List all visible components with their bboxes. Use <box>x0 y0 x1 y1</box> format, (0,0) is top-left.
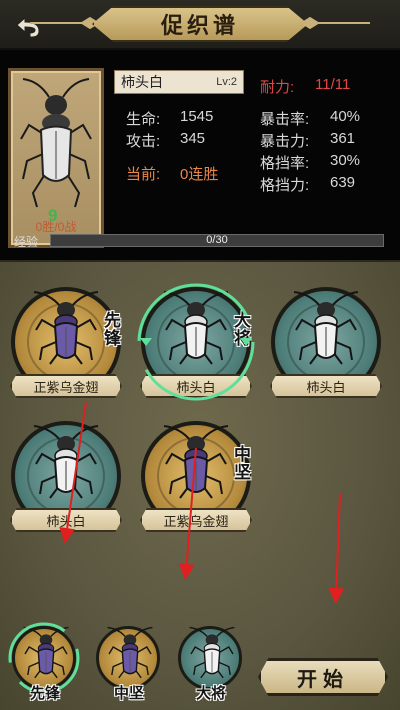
crit-rate-value: 40% <box>330 108 361 125</box>
slot-cricket <box>26 290 106 375</box>
slot-role-tag: 中坚 <box>234 445 251 483</box>
roster-slot-4[interactable]: 柿头白 <box>6 416 126 536</box>
block-rate-label: 格挡率: <box>260 155 310 172</box>
level-mark: 9 <box>48 206 58 225</box>
cricket-white-icon <box>33 425 99 499</box>
attack-label: 攻击: <box>126 133 161 150</box>
slot-name-banner: 正紫乌金翅 <box>140 508 252 532</box>
cricket-white-icon <box>163 291 229 365</box>
streak-label: 当前: <box>126 166 161 183</box>
xp-bar: 0/30 <box>50 234 384 247</box>
slot-cricket <box>26 424 106 509</box>
top-bar: 促织谱 <box>0 0 400 50</box>
attack-value: 345 <box>180 130 206 147</box>
xp-label: 经验 <box>14 235 39 249</box>
title-ornament-left <box>30 16 98 30</box>
lineup-slot-1[interactable]: 先锋 <box>8 618 80 702</box>
cricket-purple-icon <box>107 626 153 679</box>
lineup-cricket <box>102 626 158 687</box>
page-title-plate: 促织谱 <box>92 6 308 42</box>
block-power-label: 格挡力: <box>260 177 310 194</box>
title-ornament-right <box>302 16 370 30</box>
slot-name-banner: 柿头白 <box>10 508 122 532</box>
page-title: 促织谱 <box>160 13 239 39</box>
slot-cricket <box>156 290 236 375</box>
slot-name-banner: 正紫乌金翅 <box>10 374 122 398</box>
roster-slot-3[interactable]: 柿头白 <box>266 282 386 402</box>
slot-name-banner: 柿头白 <box>270 374 382 398</box>
cricket-white-icon <box>189 626 235 679</box>
slot-role-tag: 先锋 <box>104 311 121 349</box>
slot-role-tag: 大将 <box>234 311 251 349</box>
crit-power-label: 暴击力: <box>260 133 310 150</box>
streak-value: 0连胜 <box>180 166 219 183</box>
roster-slot-5[interactable]: 正紫乌金翅 中坚 <box>136 416 256 536</box>
stamina-label: 耐力: <box>260 79 295 96</box>
lineup-slot-2[interactable]: 中坚 <box>94 618 164 702</box>
cricket-white-icon <box>293 291 359 365</box>
roster-slot-2[interactable]: 柿头白 大将 <box>136 282 256 402</box>
slot-cricket <box>156 424 236 509</box>
cricket-name: 柿头白 <box>121 74 163 90</box>
crit-power-value: 361 <box>330 130 356 147</box>
cricket-purple-icon <box>33 291 99 365</box>
hp-label: 生命: <box>126 111 161 128</box>
hp-value: 1545 <box>180 108 214 125</box>
slot-name-banner: 柿头白 <box>140 374 252 398</box>
stamina-value: 11/11 <box>315 76 351 93</box>
lineup-role-label: 中坚 <box>113 684 144 702</box>
block-power-value: 639 <box>330 174 356 191</box>
lineup-role-label: 大将 <box>195 684 226 702</box>
lineup-slot-3[interactable]: 大将 <box>176 618 246 702</box>
cricket-name-box: 柿头白 Lv:2 <box>114 70 244 94</box>
cricket-level: Lv:2 <box>216 76 237 88</box>
cricket-info-panel: 0胜/0战 9 柿头白 Lv:2 生命: 1545 攻击: 345 当前: 0连… <box>0 50 400 260</box>
roster-slot-1[interactable]: 正紫乌金翅 先锋 <box>6 282 126 402</box>
lineup-role-label: 先锋 <box>29 684 60 702</box>
lineup-cricket <box>184 626 240 687</box>
start-button[interactable]: 开始 <box>258 658 388 696</box>
slot-cricket <box>286 290 366 375</box>
crit-rate-label: 暴击率: <box>260 111 310 128</box>
start-button-label: 开始 <box>297 666 349 691</box>
cricket-purple-icon <box>163 425 229 499</box>
cricket-white-icon <box>20 78 92 208</box>
block-rate-value: 30% <box>330 152 361 169</box>
xp-text: 0/30 <box>206 234 228 246</box>
